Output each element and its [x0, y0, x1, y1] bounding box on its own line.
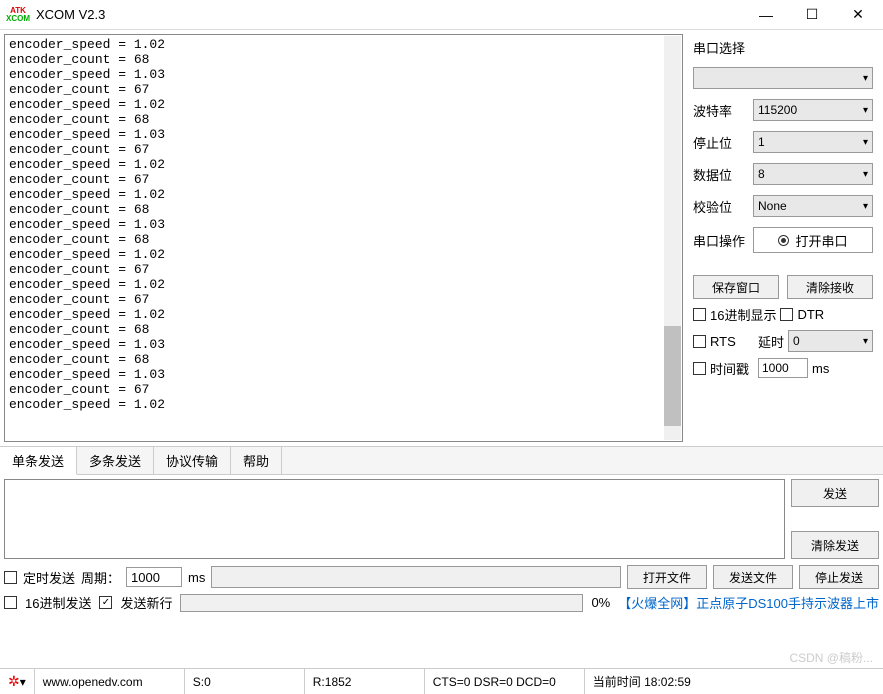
statusbar: ✲ ▾ www.openedv.com S:0 R:1852 CTS=0 DSR…: [0, 668, 883, 694]
terminal-output[interactable]: encoder_speed = 1.02 encoder_count = 68 …: [4, 34, 683, 442]
hex-display-label: 16进制显示: [710, 305, 776, 324]
dtr-label: DTR: [797, 307, 824, 322]
chevron-down-icon: ▾: [863, 105, 868, 116]
chevron-down-icon: ▾: [863, 201, 868, 212]
newline-checkbox[interactable]: ✓: [99, 596, 112, 609]
status-sent: S:0: [193, 675, 211, 689]
stop-send-button[interactable]: 停止发送: [799, 565, 879, 589]
data-label: 数据位: [693, 165, 753, 184]
data-select[interactable]: 8▾: [753, 163, 873, 185]
timestamp-checkbox[interactable]: [693, 362, 706, 375]
stop-select[interactable]: 1▾: [753, 131, 873, 153]
status-time: 当前时间 18:02:59: [593, 673, 691, 690]
send-file-button[interactable]: 发送文件: [713, 565, 793, 589]
port-label: 串口选择: [693, 38, 753, 57]
scroll-thumb[interactable]: [664, 326, 681, 426]
dropdown-icon[interactable]: ▾: [20, 675, 26, 689]
minimize-button[interactable]: —: [743, 0, 789, 30]
open-port-button[interactable]: 打开串口: [753, 227, 873, 253]
period-label: 周期：: [81, 568, 120, 587]
tab-help[interactable]: 帮助: [231, 447, 282, 474]
ts-unit: ms: [812, 361, 829, 376]
send-button[interactable]: 发送: [791, 479, 879, 507]
status-signals: CTS=0 DSR=0 DCD=0: [433, 675, 556, 689]
delay-label: 延时: [758, 332, 784, 351]
rts-checkbox[interactable]: [693, 335, 706, 348]
progress-bar: [180, 594, 583, 612]
dtr-checkbox[interactable]: [780, 308, 793, 321]
timestamp-input[interactable]: 1000: [758, 358, 808, 378]
save-window-button[interactable]: 保存窗口: [693, 275, 779, 299]
promo-link[interactable]: 【火爆全网】正点原子DS100手持示波器上市: [618, 593, 879, 612]
watermark: CSDN @稿粉...: [789, 649, 873, 666]
rts-label: RTS: [710, 334, 754, 349]
status-url[interactable]: www.openedv.com: [43, 675, 143, 689]
window-title: XCOM V2.3: [36, 7, 743, 22]
timed-send-label: 定时发送: [23, 568, 75, 587]
clear-recv-button[interactable]: 清除接收: [787, 275, 873, 299]
settings-sidebar: 串口选择 ▾ 波特率115200▾ 停止位1▾ 数据位8▾ 校验位None▾ 串…: [683, 30, 883, 446]
tab-single-send[interactable]: 单条发送: [0, 447, 77, 475]
hex-display-checkbox[interactable]: [693, 308, 706, 321]
file-path-input[interactable]: [211, 566, 621, 588]
clear-send-button[interactable]: 清除发送: [791, 531, 879, 559]
send-textarea[interactable]: [4, 479, 785, 559]
parity-select[interactable]: None▾: [753, 195, 873, 217]
baud-select[interactable]: 115200▾: [753, 99, 873, 121]
op-label: 串口操作: [693, 231, 753, 250]
chevron-down-icon: ▾: [863, 169, 868, 180]
chevron-down-icon: ▾: [863, 137, 868, 148]
open-file-button[interactable]: 打开文件: [627, 565, 707, 589]
newline-label: 发送新行: [120, 593, 172, 612]
app-icon: ATKXCOM: [6, 3, 30, 27]
tab-protocol[interactable]: 协议传输: [154, 447, 231, 474]
baud-label: 波特率: [693, 101, 753, 120]
timestamp-label: 时间戳: [710, 359, 754, 378]
hex-send-label: 16进制发送: [25, 593, 91, 612]
port-select[interactable]: ▾: [693, 67, 873, 89]
period-input[interactable]: 1000: [126, 567, 182, 587]
tab-multi-send[interactable]: 多条发送: [77, 447, 154, 474]
gear-icon[interactable]: ✲: [8, 673, 20, 690]
chevron-down-icon: ▾: [863, 73, 868, 84]
stop-label: 停止位: [693, 133, 753, 152]
delay-select[interactable]: 0▾: [788, 330, 873, 352]
period-unit: ms: [188, 570, 205, 585]
send-tabs: 单条发送 多条发送 协议传输 帮助: [0, 447, 883, 474]
parity-label: 校验位: [693, 197, 753, 216]
hex-send-checkbox[interactable]: [4, 596, 17, 609]
status-recv: R:1852: [313, 675, 352, 689]
progress-pct: 0%: [591, 595, 610, 610]
maximize-button[interactable]: ☐: [789, 0, 835, 30]
chevron-down-icon: ▾: [863, 336, 868, 347]
titlebar: ATKXCOM XCOM V2.3 — ☐ ✕: [0, 0, 883, 30]
close-button[interactable]: ✕: [835, 0, 881, 30]
timed-send-checkbox[interactable]: [4, 571, 17, 584]
scrollbar[interactable]: [664, 36, 681, 440]
